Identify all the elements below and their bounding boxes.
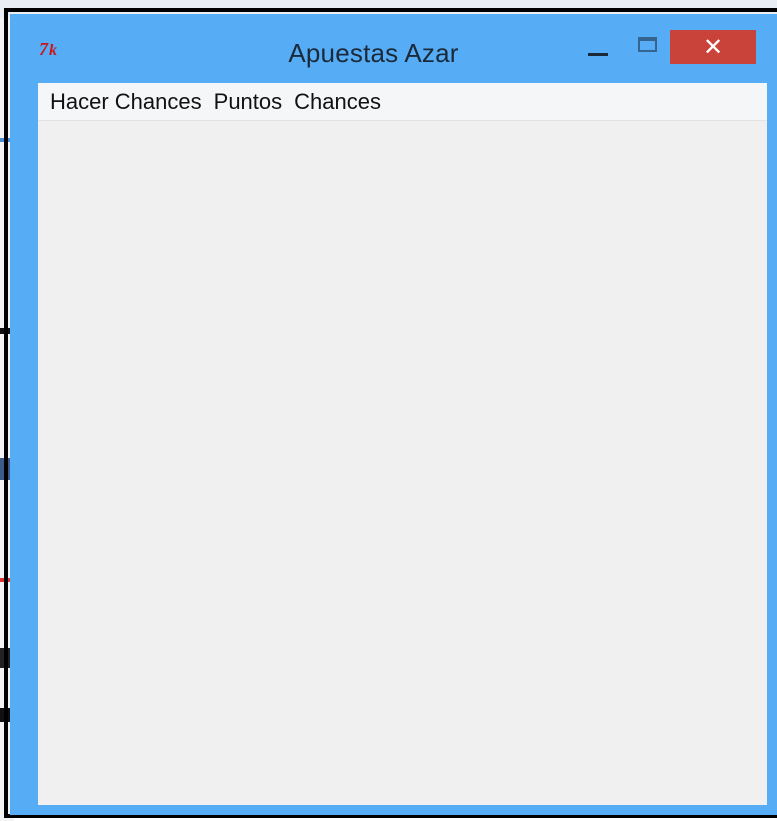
minimize-button[interactable] bbox=[576, 34, 620, 66]
menu-chances[interactable]: Chances bbox=[288, 83, 387, 121]
title-bar[interactable]: 7 k Apuestas Azar ✕ bbox=[10, 14, 777, 84]
close-button[interactable]: ✕ bbox=[670, 30, 756, 64]
maximize-button[interactable] bbox=[622, 34, 668, 66]
menu-hacer-chances[interactable]: Hacer Chances bbox=[44, 83, 208, 121]
app-window: 7 k Apuestas Azar ✕ Hacer Chances Puntos… bbox=[10, 14, 777, 815]
close-icon: ✕ bbox=[702, 33, 724, 61]
window-client-area: Hacer Chances Puntos Chances bbox=[38, 83, 767, 805]
menu-puntos[interactable]: Puntos bbox=[208, 83, 289, 121]
menu-bar: Hacer Chances Puntos Chances bbox=[38, 83, 767, 121]
